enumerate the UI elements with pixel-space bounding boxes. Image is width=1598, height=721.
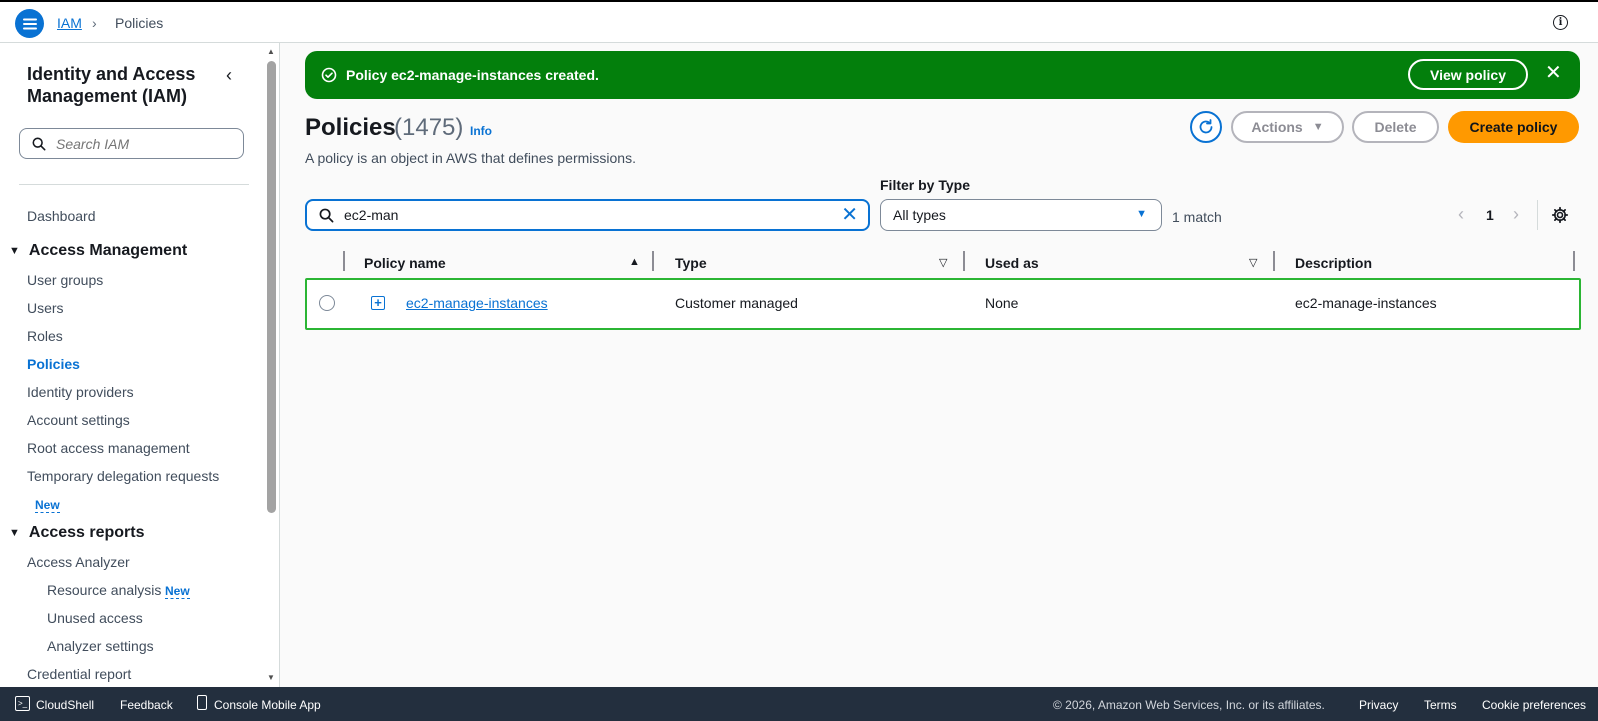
policy-used-as: None bbox=[985, 295, 1019, 311]
console-mobile-app-link[interactable]: Console Mobile App bbox=[214, 698, 321, 712]
privacy-link[interactable]: Privacy bbox=[1359, 698, 1398, 712]
sidebar-item-temporary-delegation[interactable]: Temporary delegation requests bbox=[27, 468, 219, 484]
column-header-policy-name[interactable]: Policy name bbox=[364, 255, 446, 271]
scroll-down-icon[interactable]: ▼ bbox=[267, 673, 275, 682]
cookie-preferences-link[interactable]: Cookie preferences bbox=[1482, 698, 1586, 712]
chevron-right-icon: › bbox=[92, 15, 97, 31]
chevron-left-icon[interactable]: ‹ bbox=[226, 65, 232, 86]
scrollbar-thumb[interactable] bbox=[267, 61, 276, 513]
check-circle-icon bbox=[321, 67, 337, 83]
copyright: © 2026, Amazon Web Services, Inc. or its… bbox=[1053, 698, 1325, 712]
caret-down-icon: ▼ bbox=[1136, 208, 1147, 220]
sidebar-item-analyzer-settings[interactable]: Analyzer settings bbox=[47, 638, 154, 654]
sidebar-item-policies[interactable]: Policies bbox=[27, 356, 80, 372]
create-policy-button[interactable]: Create policy bbox=[1448, 111, 1579, 143]
filter-type-value: All types bbox=[893, 207, 946, 223]
column-divider[interactable] bbox=[652, 251, 654, 271]
sidebar-item-identity-providers[interactable]: Identity providers bbox=[27, 384, 134, 400]
actions-label: Actions bbox=[1251, 119, 1303, 135]
filter-type-select[interactable]: All types ▼ bbox=[880, 199, 1162, 231]
match-count: 1 match bbox=[1172, 209, 1222, 225]
policy-description: ec2-manage-instances bbox=[1295, 295, 1437, 311]
table-row[interactable]: + ec2-manage-instances Customer managed … bbox=[305, 278, 1581, 330]
policy-name-link[interactable]: ec2-manage-instances bbox=[406, 295, 548, 311]
cloudshell-link[interactable]: CloudShell bbox=[36, 698, 94, 712]
scroll-up-icon[interactable]: ▲ bbox=[267, 47, 275, 56]
section-label: Access reports bbox=[28, 524, 145, 541]
terms-link[interactable]: Terms bbox=[1424, 698, 1457, 712]
mobile-icon bbox=[197, 695, 207, 710]
breadcrumb-current: Policies bbox=[115, 15, 164, 31]
policy-search-input[interactable] bbox=[344, 207, 824, 223]
column-header-used-as[interactable]: Used as bbox=[985, 255, 1039, 271]
menu-icon bbox=[22, 18, 37, 29]
section-label: Access Management bbox=[28, 242, 188, 259]
sidebar-item-credential-report[interactable]: Credential report bbox=[27, 666, 131, 682]
sidebar: Identity and Access Management (IAM) ‹ D… bbox=[0, 43, 280, 687]
column-divider[interactable] bbox=[963, 251, 965, 271]
breadcrumb-iam[interactable]: IAM bbox=[57, 15, 82, 31]
refresh-button[interactable] bbox=[1190, 111, 1222, 143]
sort-icon[interactable]: ▽ bbox=[1249, 256, 1257, 269]
clear-search-icon[interactable]: ✕ bbox=[841, 205, 858, 225]
menu-button[interactable] bbox=[15, 9, 44, 38]
previous-page-button[interactable]: ‹ bbox=[1458, 204, 1464, 225]
sidebar-item-roles[interactable]: Roles bbox=[27, 328, 63, 344]
sidebar-item-account-settings[interactable]: Account settings bbox=[27, 412, 130, 428]
divider bbox=[19, 184, 249, 185]
column-divider[interactable] bbox=[1573, 251, 1575, 271]
view-policy-button[interactable]: View policy bbox=[1408, 59, 1528, 90]
sidebar-item-users[interactable]: Users bbox=[27, 300, 64, 316]
caret-down-icon: ▼ bbox=[1312, 121, 1324, 133]
sidebar-item-root-access[interactable]: Root access management bbox=[27, 440, 190, 456]
row-select-radio[interactable] bbox=[319, 295, 335, 311]
next-page-button[interactable]: › bbox=[1513, 204, 1519, 225]
column-divider bbox=[343, 251, 345, 271]
column-header-type[interactable]: Type bbox=[675, 255, 707, 271]
section-access-reports[interactable]: ▼ Access reports bbox=[9, 524, 145, 542]
sidebar-item-resource-analysis[interactable]: Resource analysis bbox=[47, 582, 161, 598]
new-badge[interactable]: New bbox=[35, 498, 60, 513]
page-title: Policies bbox=[305, 114, 396, 141]
policy-type: Customer managed bbox=[675, 295, 798, 311]
search-icon bbox=[32, 137, 46, 150]
caret-down-icon: ▼ bbox=[9, 527, 20, 539]
console-footer: >_ CloudShell Feedback Console Mobile Ap… bbox=[0, 687, 1598, 721]
sidebar-search[interactable] bbox=[19, 128, 244, 159]
expand-icon[interactable]: + bbox=[371, 296, 385, 310]
divider bbox=[1537, 200, 1538, 230]
new-badge[interactable]: New bbox=[165, 584, 190, 599]
settings-icon[interactable] bbox=[1551, 206, 1569, 224]
refresh-icon bbox=[1199, 119, 1213, 134]
page-number[interactable]: 1 bbox=[1486, 207, 1494, 223]
close-icon[interactable]: ✕ bbox=[1545, 63, 1562, 83]
policy-search[interactable]: ✕ bbox=[305, 199, 870, 231]
policy-count: (1475) bbox=[394, 114, 464, 141]
flash-message: Policy ec2-manage-instances created. bbox=[346, 67, 599, 83]
actions-button[interactable]: Actions ▼ bbox=[1231, 111, 1344, 143]
sidebar-item-access-analyzer[interactable]: Access Analyzer bbox=[27, 554, 130, 570]
search-icon bbox=[319, 208, 334, 222]
delete-button[interactable]: Delete bbox=[1352, 111, 1439, 143]
sort-icon[interactable]: ▽ bbox=[939, 256, 947, 269]
sidebar-search-input[interactable] bbox=[56, 135, 226, 152]
terminal-icon: >_ bbox=[15, 696, 30, 711]
feedback-link[interactable]: Feedback bbox=[120, 698, 173, 712]
top-navigation: IAM › Policies i bbox=[0, 0, 1598, 43]
sidebar-title: Identity and Access Management (IAM) bbox=[27, 64, 196, 106]
filter-type-label: Filter by Type bbox=[880, 177, 970, 193]
caret-down-icon: ▼ bbox=[9, 245, 20, 257]
column-divider[interactable] bbox=[1273, 251, 1275, 271]
column-header-description[interactable]: Description bbox=[1295, 255, 1372, 271]
section-access-management[interactable]: ▼ Access Management bbox=[9, 242, 187, 260]
page-description: A policy is an object in AWS that define… bbox=[305, 150, 636, 166]
info-link[interactable]: Info bbox=[470, 124, 492, 138]
sort-ascending-icon[interactable]: ▲ bbox=[629, 256, 640, 268]
sidebar-item-dashboard[interactable]: Dashboard bbox=[27, 208, 96, 224]
success-flash: Policy ec2-manage-instances created. Vie… bbox=[305, 51, 1580, 99]
sidebar-scrollbar[interactable]: ▲ ▼ bbox=[264, 43, 278, 687]
sidebar-item-user-groups[interactable]: User groups bbox=[27, 272, 103, 288]
info-icon[interactable]: i bbox=[1553, 15, 1568, 30]
sidebar-item-unused-access[interactable]: Unused access bbox=[47, 610, 143, 626]
